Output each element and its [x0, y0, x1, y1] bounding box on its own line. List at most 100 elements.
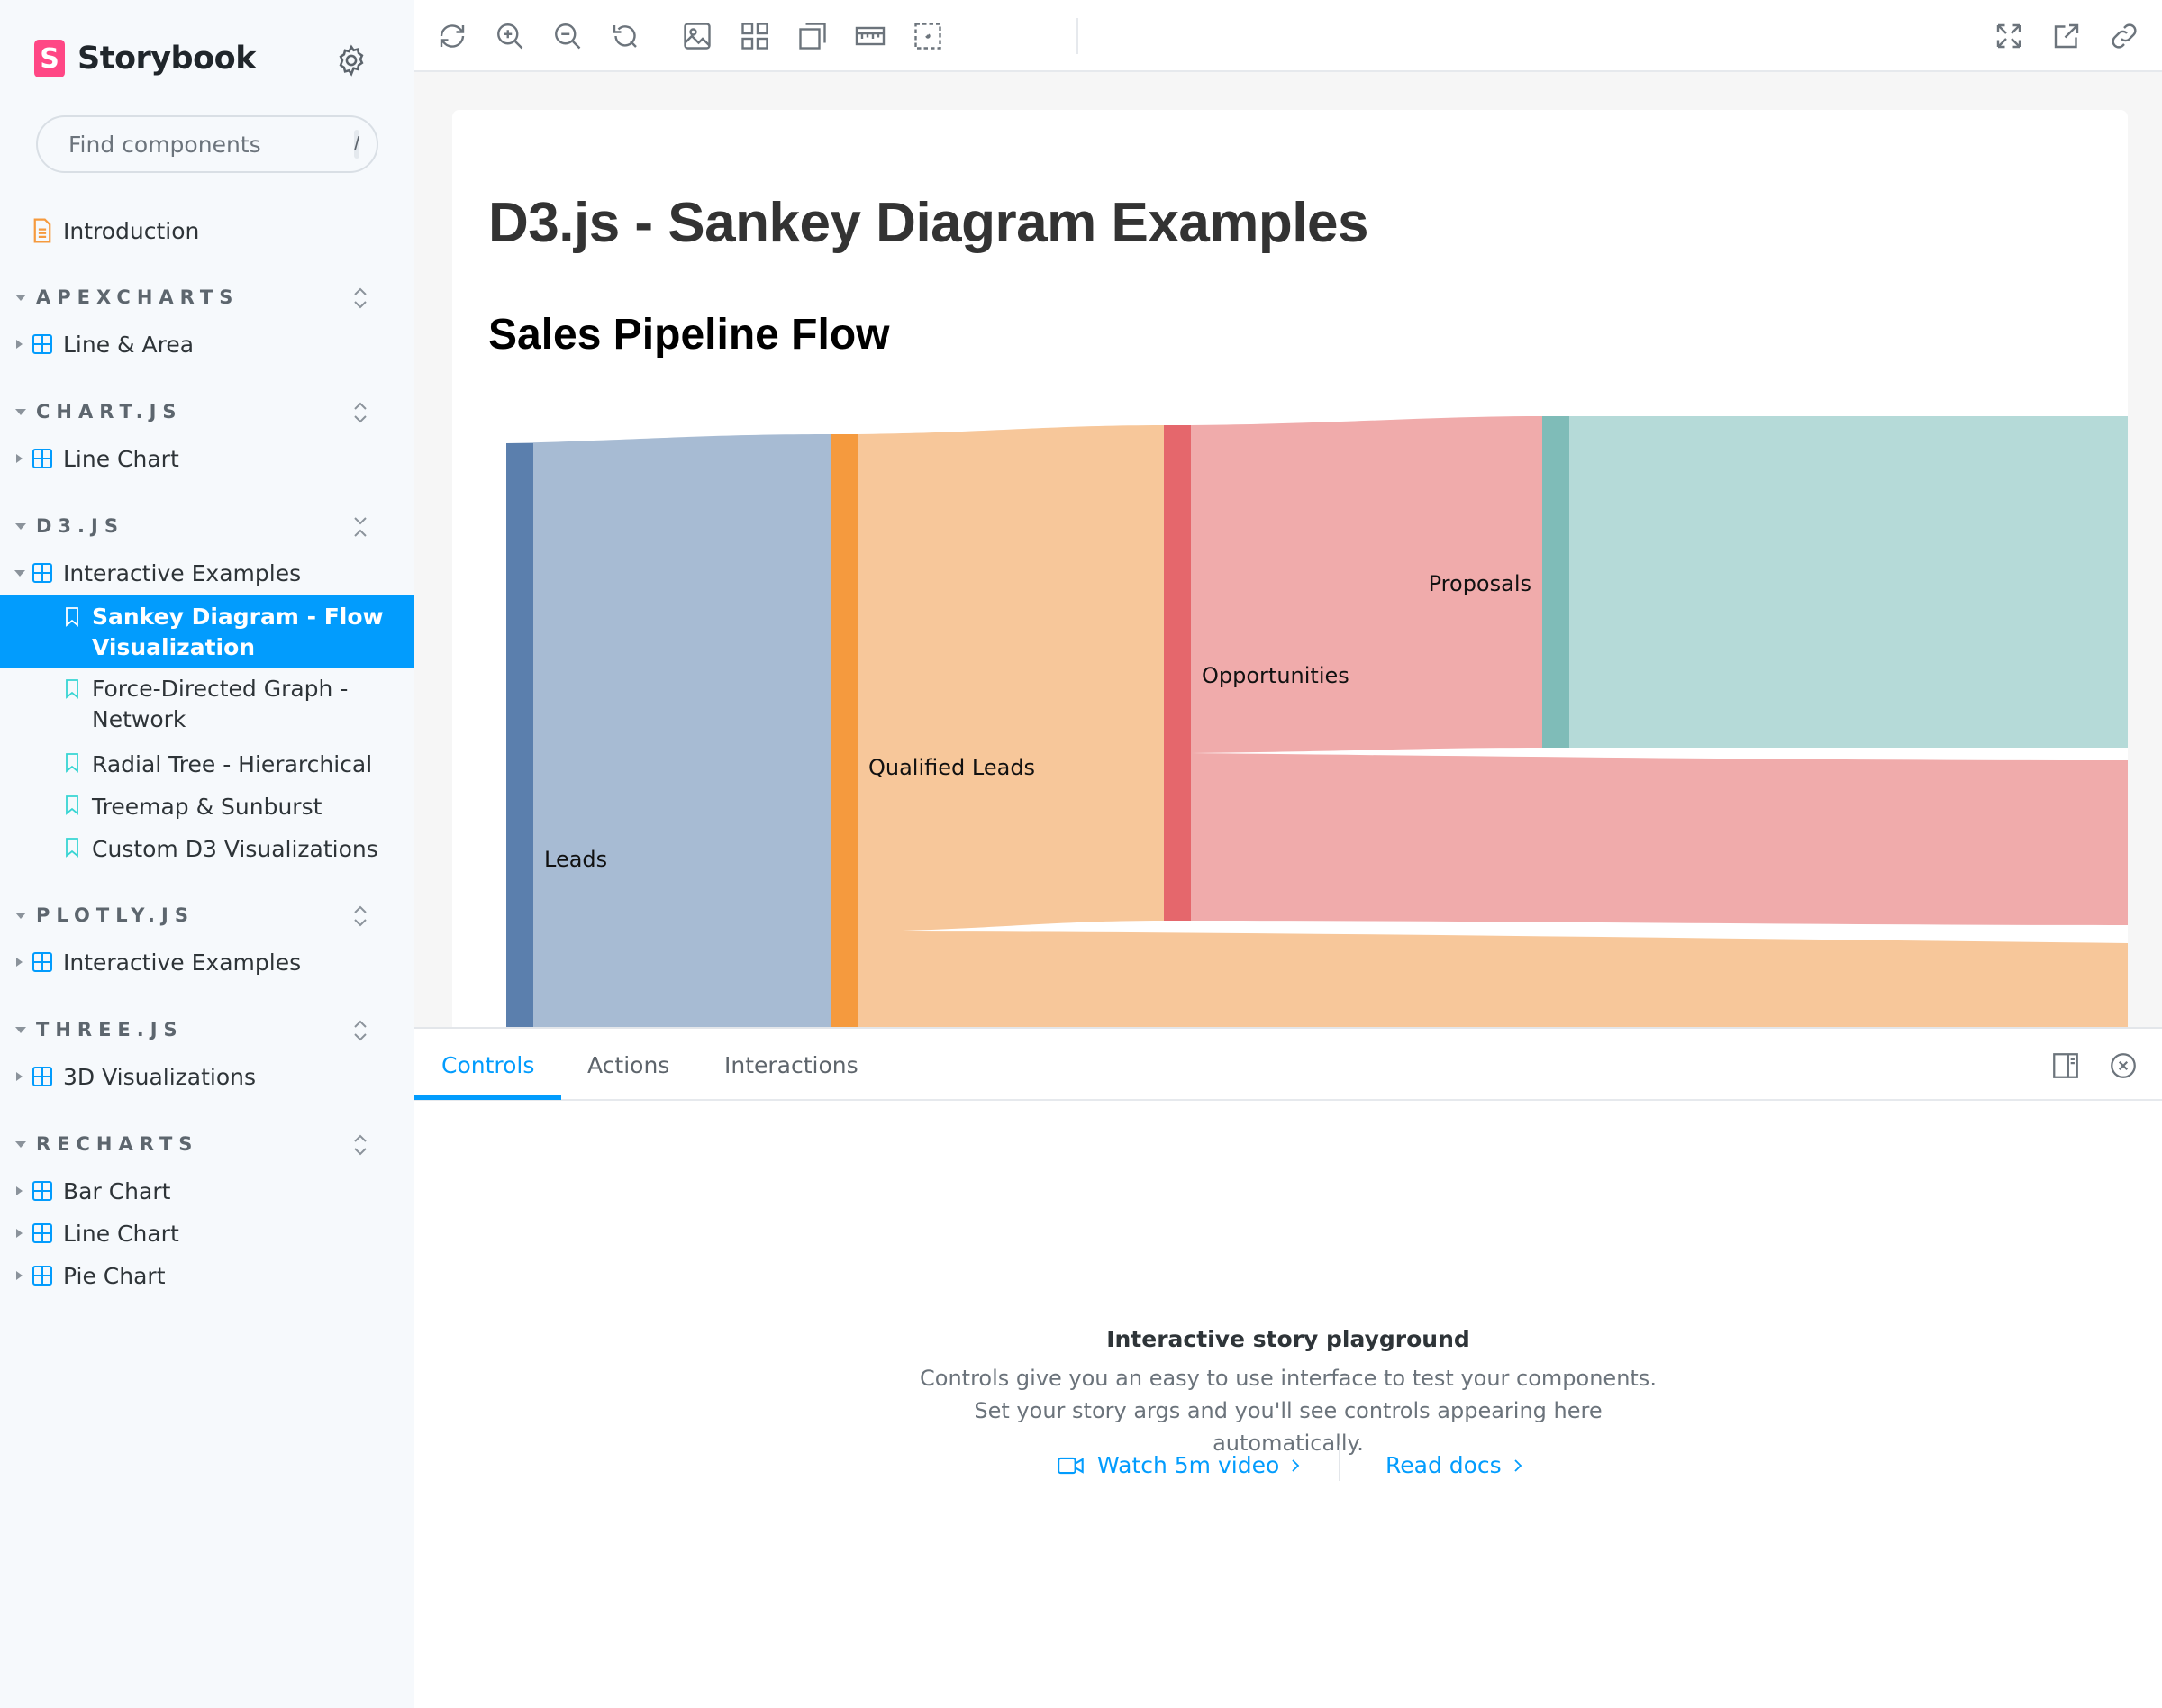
node-label-leads: Leads	[544, 847, 607, 872]
addons-tabbar: Controls Actions Interactions	[414, 1029, 2162, 1101]
node-qualified-leads[interactable]	[831, 434, 858, 1027]
sidebar-item-label: Interactive Examples	[63, 949, 302, 976]
chevron-right-icon	[16, 454, 23, 463]
search-box[interactable]: /	[36, 115, 378, 173]
component-icon	[32, 1266, 52, 1286]
addons-panel: Controls Actions Interactions Interactiv…	[414, 1027, 2162, 1708]
component-icon	[32, 1067, 52, 1086]
sidebar-item-pie-chart[interactable]: Pie Chart	[0, 1259, 414, 1292]
sidebar-story-custom-d3[interactable]: Custom D3 Visualizations	[0, 832, 414, 865]
chevron-down-icon[interactable]	[15, 1141, 26, 1148]
story-label-line1: Force-Directed Graph -	[92, 676, 349, 702]
reset-zoom-icon[interactable]	[609, 20, 641, 52]
sidebar-story-label: Treemap & Sunburst	[92, 793, 322, 820]
chevron-down-icon	[14, 570, 25, 577]
expand-collapse-icon[interactable]	[351, 1133, 369, 1157]
gear-icon[interactable]	[334, 43, 368, 77]
sidebar-item-line-chart[interactable]: Line Chart	[0, 442, 414, 475]
sidebar-story-sankey-active[interactable]: Sankey Diagram - Flow Visualization	[0, 595, 414, 668]
component-icon	[32, 563, 52, 583]
bookmark-icon	[66, 795, 78, 815]
tab-actions[interactable]: Actions	[587, 1052, 669, 1078]
zoom-in-icon[interactable]	[494, 20, 526, 52]
chevron-right-icon	[16, 1229, 23, 1238]
expand-collapse-icon[interactable]	[351, 286, 369, 310]
component-icon	[32, 334, 52, 354]
story-label-line1: Sankey Diagram - Flow	[92, 604, 384, 630]
sidebar-item-line-area[interactable]: Line & Area	[0, 328, 414, 360]
sidebar-item-3d-visualizations[interactable]: 3D Visualizations	[0, 1060, 414, 1093]
chevron-right-icon	[16, 958, 23, 967]
node-leads[interactable]	[506, 443, 533, 1027]
app-name: Storybook	[77, 41, 256, 77]
grid-icon[interactable]	[739, 20, 771, 52]
sidebar-item-label: Pie Chart	[63, 1262, 166, 1289]
background-image-icon[interactable]	[681, 20, 713, 52]
sidebar-story-treemap[interactable]: Treemap & Sunburst	[0, 790, 414, 822]
sidebar-story-label: Force-Directed Graph - Network	[92, 674, 348, 735]
sankey-chart[interactable]: Leads Qualified Leads Opportunities Prop…	[452, 110, 2128, 1027]
video-icon	[1058, 1457, 1084, 1474]
copy-link-icon[interactable]	[2108, 20, 2140, 52]
search-shortcut-badge: /	[354, 130, 360, 159]
chevron-down-icon[interactable]	[15, 409, 26, 415]
toolbar-divider	[1076, 18, 1078, 54]
link-leads-qualified[interactable]	[506, 434, 831, 1027]
node-opportunities[interactable]	[1164, 425, 1191, 921]
chevron-down-icon[interactable]	[15, 295, 26, 301]
fullscreen-icon[interactable]	[1993, 20, 2025, 52]
node-proposals[interactable]	[1542, 416, 1569, 748]
empty-state-title: Interactive story playground	[1106, 1326, 1470, 1352]
section-d3js[interactable]: D3.JS	[36, 515, 124, 537]
storybook-logo-icon: S	[34, 40, 65, 77]
sidebar-item-recharts-line-chart[interactable]: Line Chart	[0, 1217, 414, 1249]
watch-video-link[interactable]: Watch 5m video	[1058, 1452, 1303, 1478]
collapse-icon[interactable]	[351, 515, 369, 539]
zoom-out-icon[interactable]	[551, 20, 584, 52]
bookmark-icon	[66, 607, 78, 627]
search-input[interactable]	[68, 131, 354, 158]
link-qualified-opportunities[interactable]	[858, 425, 1164, 931]
bookmark-icon	[66, 679, 78, 699]
chevron-down-icon[interactable]	[15, 913, 26, 919]
outline-icon[interactable]	[912, 20, 944, 52]
node-label-proposals: Proposals	[1429, 571, 1531, 596]
ruler-icon[interactable]	[854, 20, 886, 52]
section-plotlyjs[interactable]: PLOTLY.JS	[36, 904, 195, 926]
empty-state-description: Controls give you an easy to use interfa…	[920, 1366, 1657, 1456]
chevron-down-icon[interactable]	[15, 523, 26, 530]
link-opportunities-other[interactable]	[1191, 753, 2128, 925]
chevron-down-icon[interactable]	[15, 1027, 26, 1033]
component-icon	[32, 1181, 52, 1201]
node-label-qualified-leads: Qualified Leads	[868, 755, 1035, 780]
tab-interactions[interactable]: Interactions	[724, 1052, 858, 1078]
sidebar-item-introduction[interactable]: Introduction	[0, 214, 414, 247]
viewport-icon[interactable]	[796, 20, 829, 52]
sidebar-item-plotly-interactive[interactable]: Interactive Examples	[0, 946, 414, 978]
section-threejs[interactable]: THREE.JS	[36, 1019, 184, 1040]
tab-controls[interactable]: Controls	[441, 1052, 534, 1078]
expand-collapse-icon[interactable]	[351, 1019, 369, 1042]
sidebar-story-force-directed[interactable]: Force-Directed Graph - Network	[0, 674, 414, 737]
sidebar-story-radial-tree[interactable]: Radial Tree - Hierarchical	[0, 748, 414, 780]
storybook-brand[interactable]: S Storybook	[34, 40, 256, 77]
open-new-tab-icon[interactable]	[2050, 20, 2083, 52]
panel-orientation-icon[interactable]	[2050, 1050, 2081, 1081]
chevron-right-icon	[16, 1271, 23, 1280]
active-tab-indicator	[414, 1095, 561, 1100]
expand-collapse-icon[interactable]	[351, 401, 369, 424]
section-recharts[interactable]: RECHARTS	[36, 1133, 198, 1155]
sidebar-item-label: Introduction	[63, 217, 200, 244]
sidebar-item-bar-chart[interactable]: Bar Chart	[0, 1175, 414, 1207]
section-apexcharts[interactable]: APEXCHARTS	[36, 286, 239, 308]
reload-icon[interactable]	[436, 20, 468, 52]
read-docs-link[interactable]: Read docs	[1385, 1452, 1525, 1478]
close-icon[interactable]	[2108, 1050, 2139, 1081]
link-proposals-next[interactable]	[1569, 416, 2128, 748]
sidebar-item-interactive-examples[interactable]: Interactive Examples	[0, 557, 414, 589]
expand-collapse-icon[interactable]	[351, 904, 369, 928]
sidebar-story-label: Custom D3 Visualizations	[92, 835, 378, 862]
preview-canvas: D3.js - Sankey Diagram Examples Sales Pi…	[414, 72, 2162, 1027]
section-chartjs[interactable]: CHART.JS	[36, 401, 183, 422]
link-qualified-lost[interactable]	[858, 931, 2128, 1027]
